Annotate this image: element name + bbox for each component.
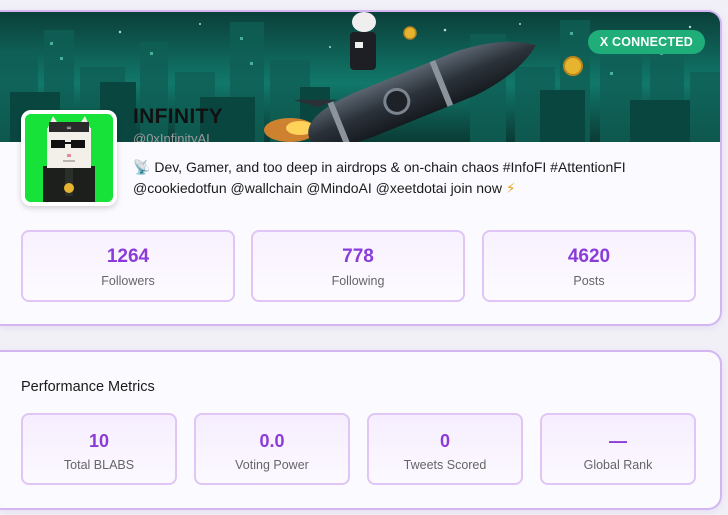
bio-text: Dev, Gamer, and too deep in airdrops & o… bbox=[133, 159, 626, 196]
metric-total-blabs: 10 Total BLABS bbox=[21, 413, 177, 485]
stat-label: Followers bbox=[101, 274, 155, 288]
metric-value: 0 bbox=[439, 431, 450, 451]
profile-bio: 📡 Dev, Gamer, and too deep in airdrops &… bbox=[133, 157, 693, 199]
metrics-title: Performance Metrics bbox=[21, 379, 155, 395]
x-connected-badge: X CONNECTED bbox=[587, 30, 705, 54]
satellite-icon: 📡 bbox=[133, 159, 151, 175]
metric-label: Voting Power bbox=[235, 458, 309, 472]
metric-label: Tweets Scored bbox=[403, 458, 487, 472]
stat-label: Following bbox=[331, 274, 385, 288]
stat-posts[interactable]: 4620 Posts bbox=[482, 230, 696, 302]
cat-avatar-icon: ∞ bbox=[25, 114, 113, 202]
lightning-icon: ⚡ bbox=[505, 180, 516, 196]
metric-label: Total BLABS bbox=[63, 458, 135, 472]
stat-label: Posts bbox=[573, 274, 605, 288]
stat-following[interactable]: 778 Following bbox=[251, 230, 465, 302]
metric-value: 10 bbox=[88, 431, 110, 451]
profile-card: X CONNECTED ∞ INFINITY @0xInfinityAI 📡 D… bbox=[0, 10, 722, 326]
user-handle[interactable]: @0xInfinityAI bbox=[133, 131, 210, 142]
performance-metrics-card: Performance Metrics 10 Total BLABS 0.0 V… bbox=[0, 350, 722, 510]
metric-value: 0.0 bbox=[259, 431, 285, 451]
stat-value: 4620 bbox=[567, 246, 611, 267]
metric-label: Global Rank bbox=[583, 458, 653, 472]
metric-tweets-scored: 0 Tweets Scored bbox=[367, 413, 523, 485]
metric-voting-power: 0.0 Voting Power bbox=[194, 413, 350, 485]
svg-text:∞: ∞ bbox=[66, 124, 72, 132]
avatar: ∞ bbox=[21, 110, 117, 206]
metric-value: — bbox=[609, 431, 627, 451]
stat-followers[interactable]: 1264 Followers bbox=[21, 230, 235, 302]
stat-value: 1264 bbox=[106, 246, 150, 267]
metric-global-rank: — Global Rank bbox=[540, 413, 696, 485]
stat-value: 778 bbox=[342, 246, 374, 267]
display-name: INFINITY bbox=[133, 105, 223, 128]
